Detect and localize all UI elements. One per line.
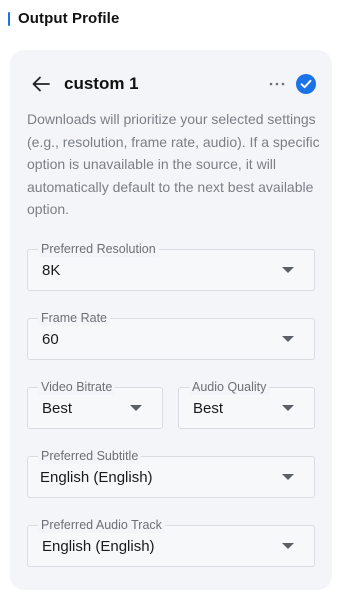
accent-bar xyxy=(8,11,10,26)
back-button[interactable] xyxy=(30,73,52,95)
more-options-button[interactable] xyxy=(266,73,288,95)
caret-down-icon xyxy=(282,474,294,480)
profile-header: custom 1 xyxy=(30,72,316,96)
arrow-left-icon xyxy=(32,76,50,92)
selected-check-button[interactable] xyxy=(296,74,316,94)
caret-down-icon xyxy=(282,267,294,273)
caret-down-icon xyxy=(130,405,142,411)
preferred-audio-track-value: English (English) xyxy=(42,538,155,555)
preferred-audio-track-label: Preferred Audio Track xyxy=(38,517,165,533)
more-horizontal-icon xyxy=(269,82,285,86)
frame-rate-select[interactable]: Frame Rate 60 xyxy=(27,310,315,360)
audio-quality-label: Audio Quality xyxy=(189,379,270,395)
audio-quality-select[interactable]: Audio Quality Best xyxy=(178,379,315,429)
caret-down-icon xyxy=(282,543,294,549)
preferred-subtitle-label: Preferred Subtitle xyxy=(38,448,142,464)
video-bitrate-select[interactable]: Video Bitrate Best xyxy=(27,379,163,429)
frame-rate-label: Frame Rate xyxy=(38,310,110,326)
audio-quality-value: Best xyxy=(193,400,224,417)
profile-card: custom 1 Downloads will prioritize your … xyxy=(10,50,332,590)
video-bitrate-value: Best xyxy=(42,400,73,417)
frame-rate-value: 60 xyxy=(42,331,59,348)
section-header: Output Profile xyxy=(8,10,119,27)
check-circle-icon xyxy=(300,79,312,89)
video-bitrate-label: Video Bitrate xyxy=(38,379,116,395)
section-title: Output Profile xyxy=(18,10,120,27)
preferred-audio-track-select[interactable]: Preferred Audio Track English (English) xyxy=(27,517,315,567)
preferred-resolution-label: Preferred Resolution xyxy=(38,241,159,257)
caret-down-icon xyxy=(282,336,294,342)
profile-name: custom 1 xyxy=(64,74,139,93)
preferred-subtitle-value: English (English) xyxy=(40,469,153,486)
caret-down-icon xyxy=(282,405,294,411)
preferred-subtitle-select[interactable]: Preferred Subtitle English (English) xyxy=(27,448,315,498)
preferred-resolution-select[interactable]: Preferred Resolution 8K xyxy=(27,241,315,291)
profile-description: Downloads will prioritize your selected … xyxy=(27,111,320,217)
preferred-resolution-value: 8K xyxy=(42,262,61,279)
